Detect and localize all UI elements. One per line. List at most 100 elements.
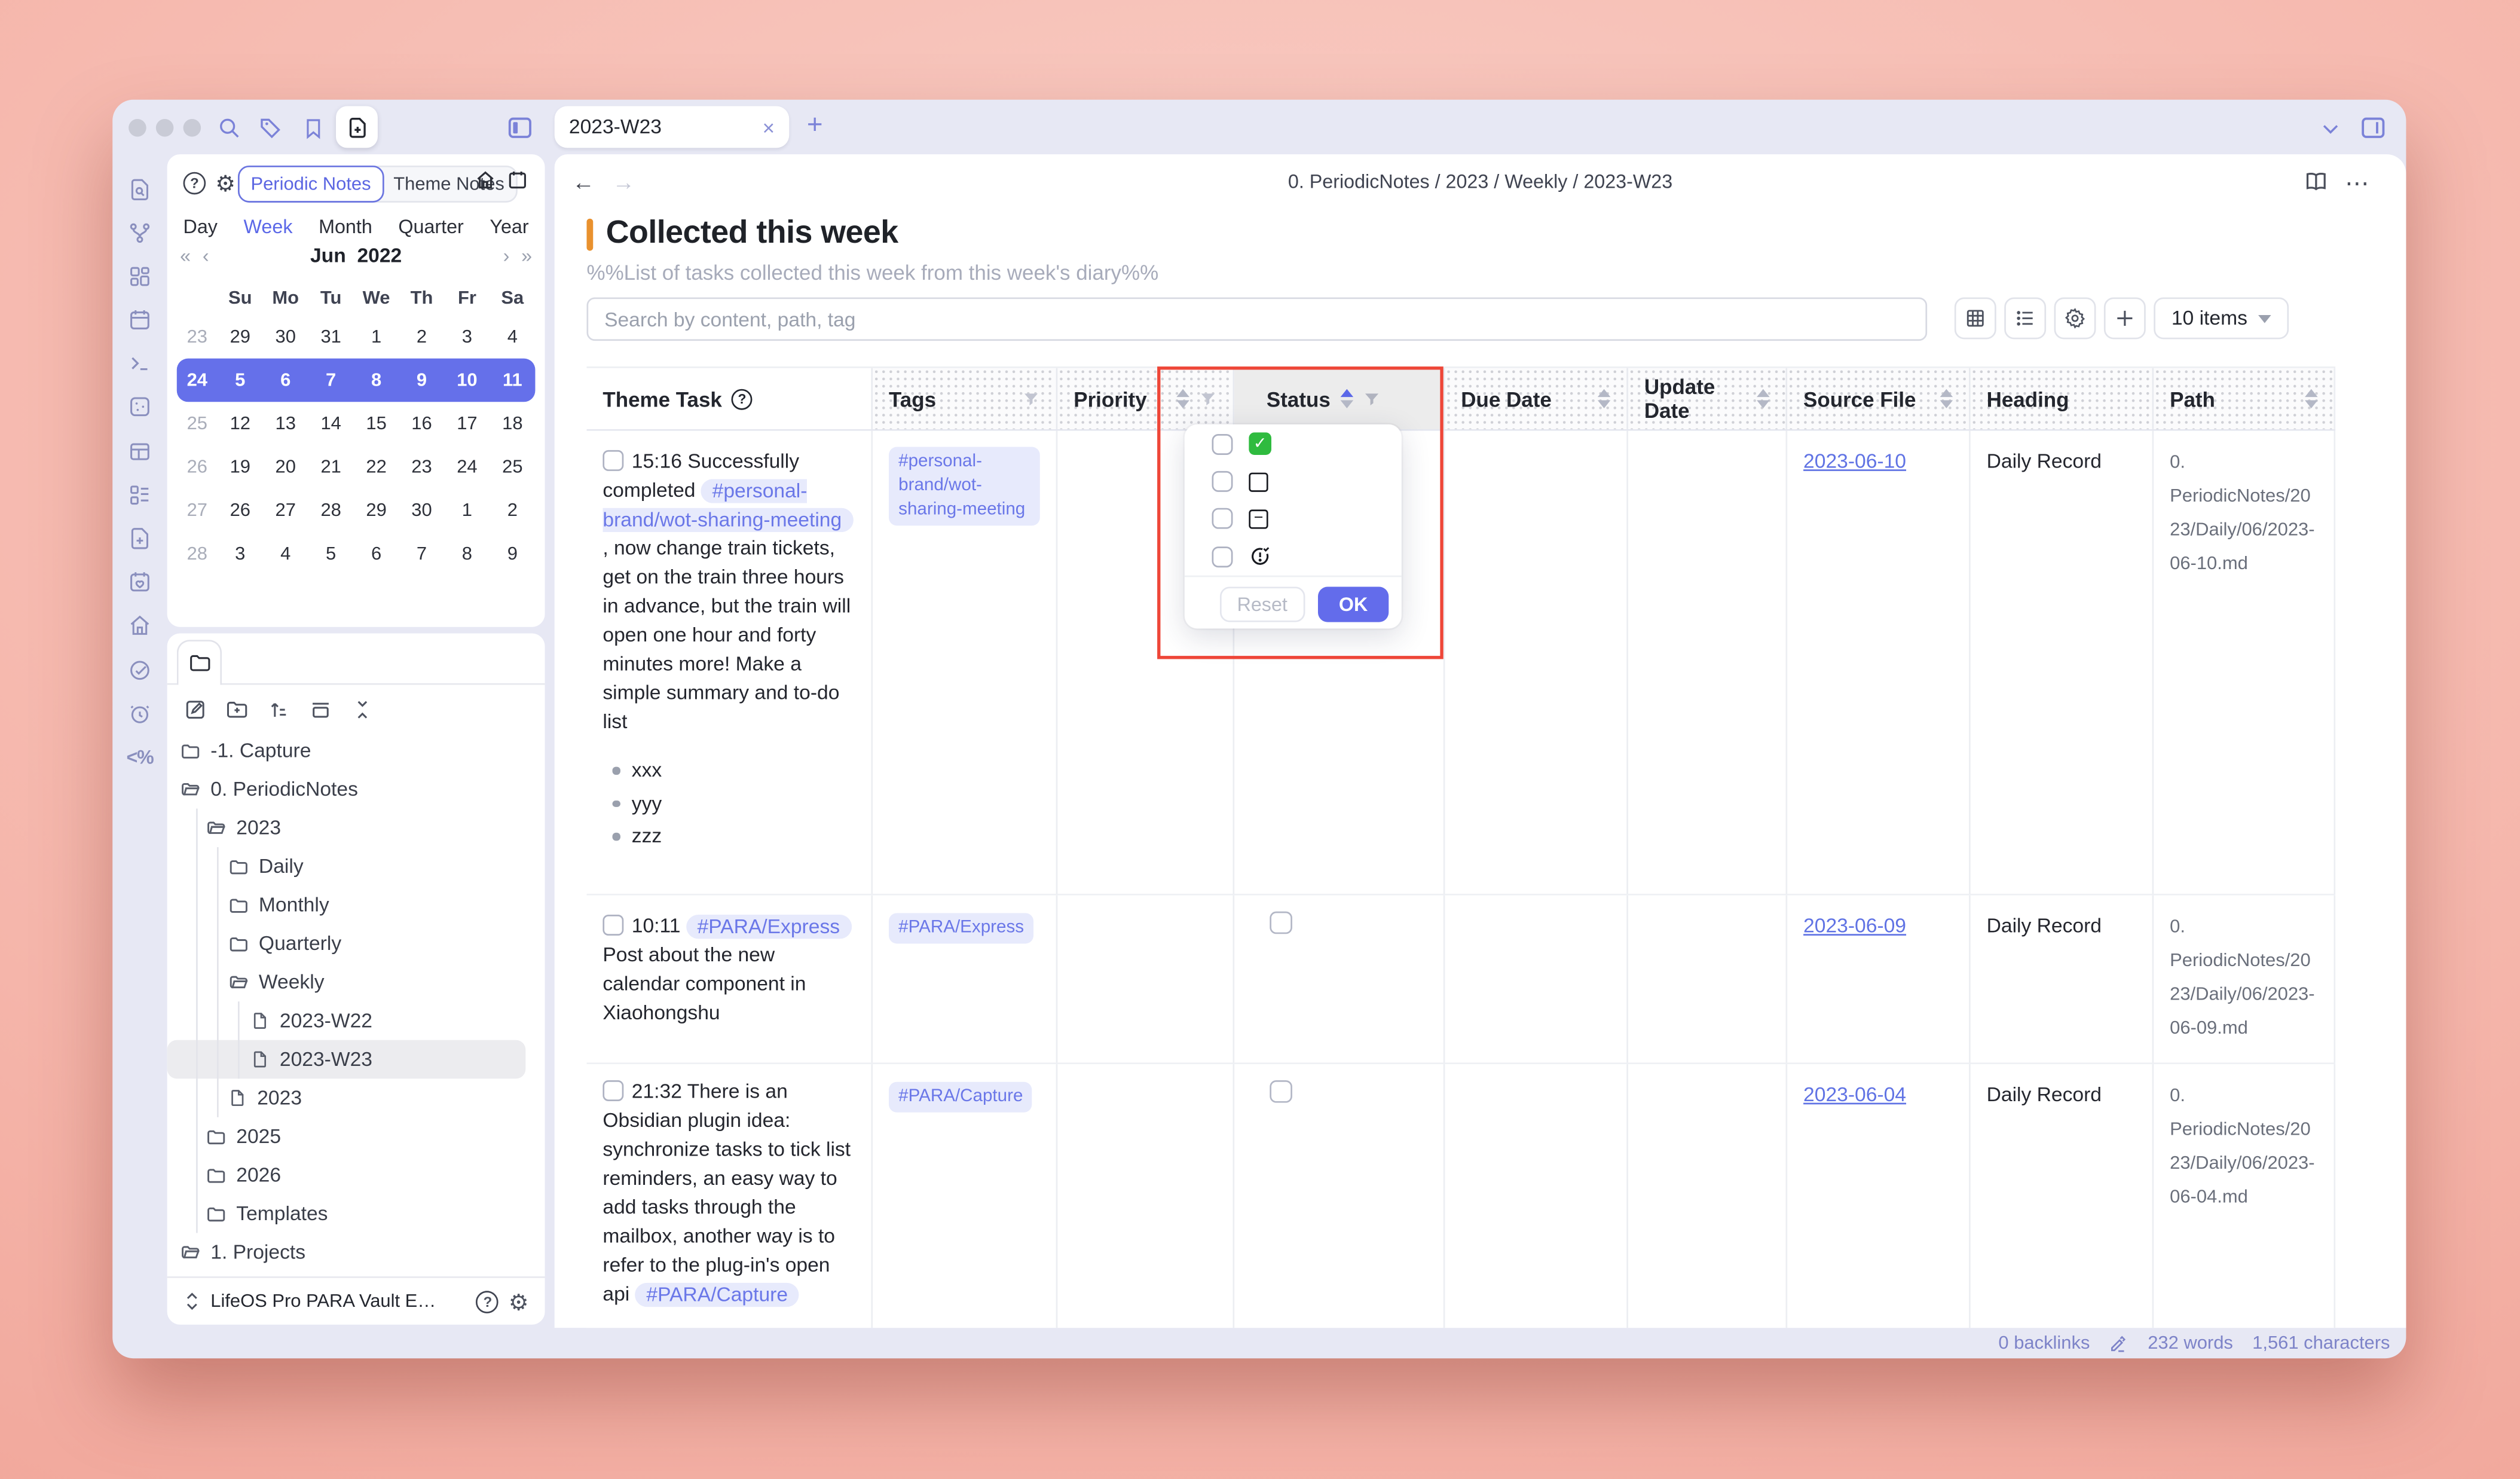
sort-icon[interactable]	[267, 698, 290, 722]
column-header-source-file[interactable]: Source File	[1787, 368, 1971, 429]
vault-switcher[interactable]: LifeOS Pro PARA Vault EN De... ? ⚙	[167, 1276, 545, 1325]
calendar-day[interactable]: 13	[263, 414, 308, 433]
tab-periodic-notes[interactable]: Periodic Notes	[238, 166, 384, 203]
tree-item-folder[interactable]: Templates	[167, 1194, 545, 1233]
calendar-day[interactable]: 15	[354, 414, 399, 433]
calendar-day[interactable]: 1	[354, 327, 399, 346]
calendar-day[interactable]: 8	[354, 371, 399, 390]
option-checkbox[interactable]	[1212, 471, 1233, 492]
cell-due-date[interactable]	[1445, 1064, 1628, 1328]
check-circle-icon[interactable]	[126, 656, 154, 683]
option-checkbox[interactable]	[1212, 546, 1233, 567]
calendar-icon[interactable]	[506, 169, 529, 191]
calendar-day[interactable]: 16	[399, 414, 445, 433]
terminal-icon[interactable]	[126, 350, 154, 378]
calendar-day[interactable]: 17	[444, 414, 490, 433]
tree-item-folder[interactable]: -1. Capture	[167, 731, 545, 770]
new-file-icon[interactable]	[126, 525, 154, 552]
dice-icon[interactable]	[126, 394, 154, 421]
sort-icon[interactable]	[1940, 389, 1953, 409]
help-icon[interactable]: ?	[732, 388, 753, 409]
more-options-icon[interactable]: ⋯	[2345, 169, 2371, 197]
ok-button[interactable]: OK	[1318, 586, 1389, 622]
cell-update-date[interactable]	[1628, 896, 1787, 1063]
view-year[interactable]: Year	[490, 215, 528, 238]
calendar-day[interactable]: 23	[399, 457, 445, 476]
calendar-day[interactable]: 31	[308, 327, 354, 346]
graph-icon[interactable]	[126, 219, 154, 246]
source-file-link[interactable]: 2023-06-09	[1803, 915, 1906, 937]
breadcrumb[interactable]: 0. PeriodicNotes / 2023 / Weekly / 2023-…	[555, 170, 2406, 193]
reading-view-icon[interactable]	[2303, 169, 2329, 194]
cell-status[interactable]	[1234, 1064, 1445, 1328]
option-checkbox[interactable]	[1212, 508, 1233, 529]
tree-item-folder[interactable]: Daily	[167, 847, 545, 886]
tree-item-folder-open[interactable]: Weekly	[167, 963, 545, 1002]
calendar-day[interactable]: 28	[308, 501, 354, 520]
filter-icon[interactable]	[1363, 390, 1381, 408]
view-quarter[interactable]: Quarter	[398, 215, 463, 238]
new-tab-button[interactable]: +	[807, 109, 823, 142]
calendar-day[interactable]: 6	[354, 544, 399, 563]
vault-help-icon[interactable]: ?	[476, 1290, 499, 1313]
tab-close-icon[interactable]: ×	[763, 117, 775, 137]
task-checkbox[interactable]	[603, 915, 623, 936]
home-icon[interactable]	[126, 612, 154, 640]
alarm-clock-icon[interactable]	[126, 699, 154, 727]
calendar-day[interactable]: 14	[308, 414, 354, 433]
stack-icon[interactable]	[308, 698, 332, 722]
calendar-day[interactable]: 1	[444, 501, 490, 520]
view-month[interactable]: Month	[319, 215, 372, 238]
tree-item-file[interactable]: 2023	[167, 1078, 545, 1117]
file-search-icon[interactable]	[126, 175, 154, 203]
calendar-icon[interactable]	[126, 306, 154, 334]
list-view-icon[interactable]	[2004, 297, 2046, 339]
week-number[interactable]: 25	[177, 414, 218, 433]
settings-gear-icon[interactable]: ⚙	[215, 172, 236, 195]
search-icon[interactable]	[215, 114, 243, 142]
items-per-page-dropdown[interactable]: 10 items	[2154, 297, 2289, 339]
dashboard-icon[interactable]	[126, 262, 154, 290]
cell-due-date[interactable]	[1445, 431, 1628, 894]
tag-chip[interactable]: #PARA/Express	[889, 913, 1033, 943]
filter-icon[interactable]	[1022, 390, 1040, 408]
vault-settings-icon[interactable]: ⚙	[509, 1290, 529, 1313]
filter-option-in-progress[interactable]	[1185, 537, 1402, 576]
window-minimize-button[interactable]	[156, 119, 174, 137]
collapse-all-icon[interactable]	[350, 698, 374, 722]
column-header-update-date[interactable]: Update Date	[1628, 368, 1787, 429]
calendar-day[interactable]: 8	[444, 544, 490, 563]
tree-item-folder[interactable]: 2025	[167, 1117, 545, 1156]
week-number[interactable]: 27	[177, 501, 218, 520]
week-number[interactable]: 28	[177, 544, 218, 563]
right-sidebar-toggle-icon[interactable]	[2359, 114, 2387, 142]
filter-option-todo[interactable]	[1185, 463, 1402, 500]
cell-priority[interactable]	[1057, 1064, 1234, 1328]
cell-update-date[interactable]	[1628, 1064, 1787, 1328]
task-checkbox[interactable]	[603, 450, 623, 471]
calendar-day[interactable]: 6	[263, 371, 308, 390]
reset-button[interactable]: Reset	[1219, 586, 1305, 622]
sort-icon-active[interactable]	[1340, 389, 1353, 409]
note-tab[interactable]: 2023-W23 ×	[555, 106, 790, 148]
calendar-day[interactable]: 18	[490, 414, 535, 433]
tree-item-folder-open[interactable]: 0. PeriodicNotes	[167, 770, 545, 809]
calendar-day[interactable]: 4	[263, 544, 308, 563]
window-close-button[interactable]	[129, 119, 146, 137]
calendar-day[interactable]: 11	[490, 371, 535, 390]
tag-chip[interactable]: #PARA/Capture	[635, 1282, 799, 1306]
filter-option-done[interactable]: ✓	[1185, 424, 1402, 463]
tag-icon[interactable]	[257, 114, 285, 142]
table-view-icon[interactable]	[1955, 297, 1996, 339]
calendar-day[interactable]: 7	[399, 544, 445, 563]
settings-gear-icon[interactable]	[2054, 297, 2096, 339]
calendar-day[interactable]: 9	[490, 544, 535, 563]
backlinks-count[interactable]: 0 backlinks	[1998, 1334, 2090, 1353]
source-file-link[interactable]: 2023-06-10	[1803, 450, 1906, 473]
column-header-theme-task[interactable]: Theme Task ?	[586, 368, 873, 429]
calendar-day[interactable]: 29	[354, 501, 399, 520]
layout-icon[interactable]	[126, 438, 154, 465]
column-header-priority[interactable]: Priority	[1057, 368, 1234, 429]
tag-chip[interactable]: #personal-brand/wot-sharing-meeting	[889, 447, 1040, 526]
calendar-day[interactable]: 21	[308, 457, 354, 476]
